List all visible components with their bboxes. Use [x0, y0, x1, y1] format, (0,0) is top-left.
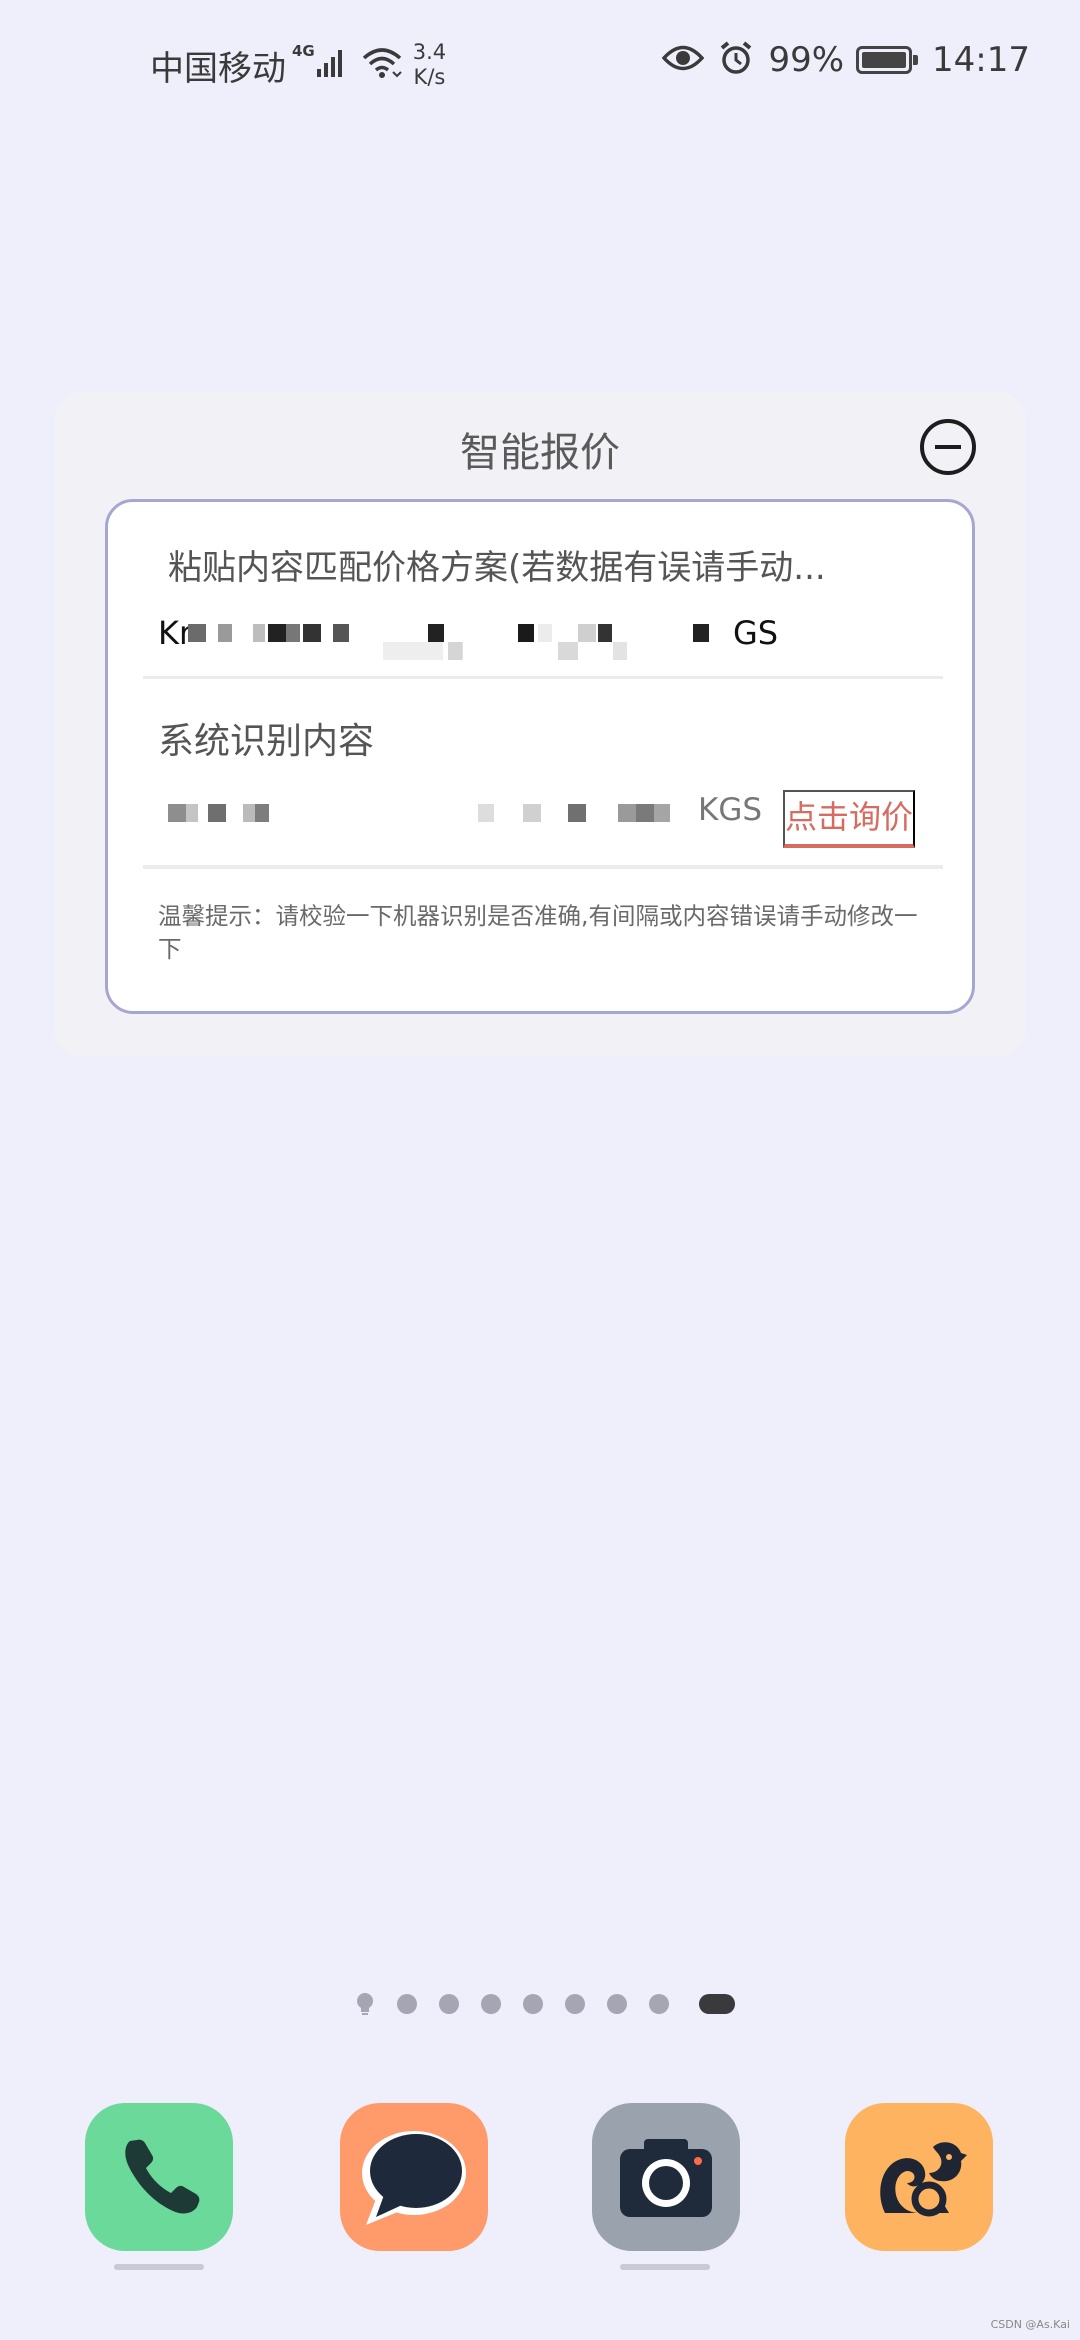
wifi-icon: [361, 46, 403, 84]
page-dot[interactable]: [397, 1994, 417, 2014]
page-dot[interactable]: [439, 1994, 459, 2014]
clock: 14:17: [932, 40, 1030, 80]
quote-card: 粘贴内容匹配价格方案(若数据有误请手动... Kr GS 系统识别内容 KGS …: [105, 499, 975, 1014]
page-dot[interactable]: [565, 1994, 585, 2014]
remove-widget-button[interactable]: [920, 419, 976, 475]
squirrel-icon: [845, 2103, 993, 2251]
alarm-icon: [718, 40, 754, 80]
recognized-suffix: KGS: [698, 792, 763, 828]
divider: [143, 865, 943, 869]
battery-icon: [856, 46, 919, 74]
phone-app[interactable]: [85, 2103, 233, 2251]
status-left: 中国移动 4G 3.4 K/s: [150, 40, 446, 90]
eye-icon: [662, 43, 705, 77]
query-price-button[interactable]: 点击询价: [783, 790, 916, 848]
tip-text: 温馨提示：请校验一下机器识别是否准确,有间隔或内容错误请手动修改一下: [158, 902, 918, 963]
signal-icon: [316, 47, 347, 83]
home-screen: 中国移动 4G 3.4 K/s 99% 14:17 智能报价 粘贴内容匹配价格方…: [0, 0, 1080, 2340]
chat-bubble-icon: [340, 2103, 488, 2251]
divider: [143, 676, 943, 679]
page-dot[interactable]: [523, 1994, 543, 2014]
running-indicator: [114, 2264, 204, 2270]
recognized-label: 系统识别内容: [158, 721, 375, 762]
page-dot[interactable]: [649, 1994, 669, 2014]
battery-percent: 99%: [768, 40, 845, 80]
paste-input[interactable]: Kr GS: [158, 602, 918, 662]
smart-quote-widget: 智能报价 粘贴内容匹配价格方案(若数据有误请手动... Kr GS 系统识别内容…: [55, 392, 1025, 1057]
network-speed: 3.4 K/s: [413, 40, 446, 90]
page-dot[interactable]: [607, 1994, 627, 2014]
messages-app[interactable]: [340, 2103, 488, 2251]
minus-icon: [935, 445, 961, 449]
running-indicator: [620, 2264, 710, 2270]
status-bar: 中国移动 4G 3.4 K/s 99% 14:17: [0, 0, 1080, 130]
recognized-content: KGS: [158, 782, 762, 842]
speed-unit: K/s: [413, 65, 446, 89]
phone-icon: [85, 2103, 233, 2251]
page-dot-current[interactable]: [699, 1994, 735, 2014]
watermark: CSDN @As.Kai: [990, 2318, 1070, 2331]
paste-hint: 粘贴内容匹配价格方案(若数据有误请手动...: [168, 548, 826, 588]
lightbulb-icon[interactable]: [355, 1992, 375, 2016]
page-indicator[interactable]: [355, 1992, 735, 2016]
widget-title: 智能报价: [460, 430, 620, 476]
status-right: 99% 14:17: [662, 40, 1030, 80]
camera-app[interactable]: [592, 2103, 740, 2251]
carrier-name: 中国移动: [150, 48, 286, 89]
pasted-text-suffix: GS: [733, 614, 779, 652]
page-dot[interactable]: [481, 1994, 501, 2014]
camera-icon: [592, 2103, 740, 2251]
speed-value: 3.4: [412, 40, 447, 64]
uc-browser-app[interactable]: [845, 2103, 993, 2251]
network-type: 4G: [292, 42, 315, 60]
